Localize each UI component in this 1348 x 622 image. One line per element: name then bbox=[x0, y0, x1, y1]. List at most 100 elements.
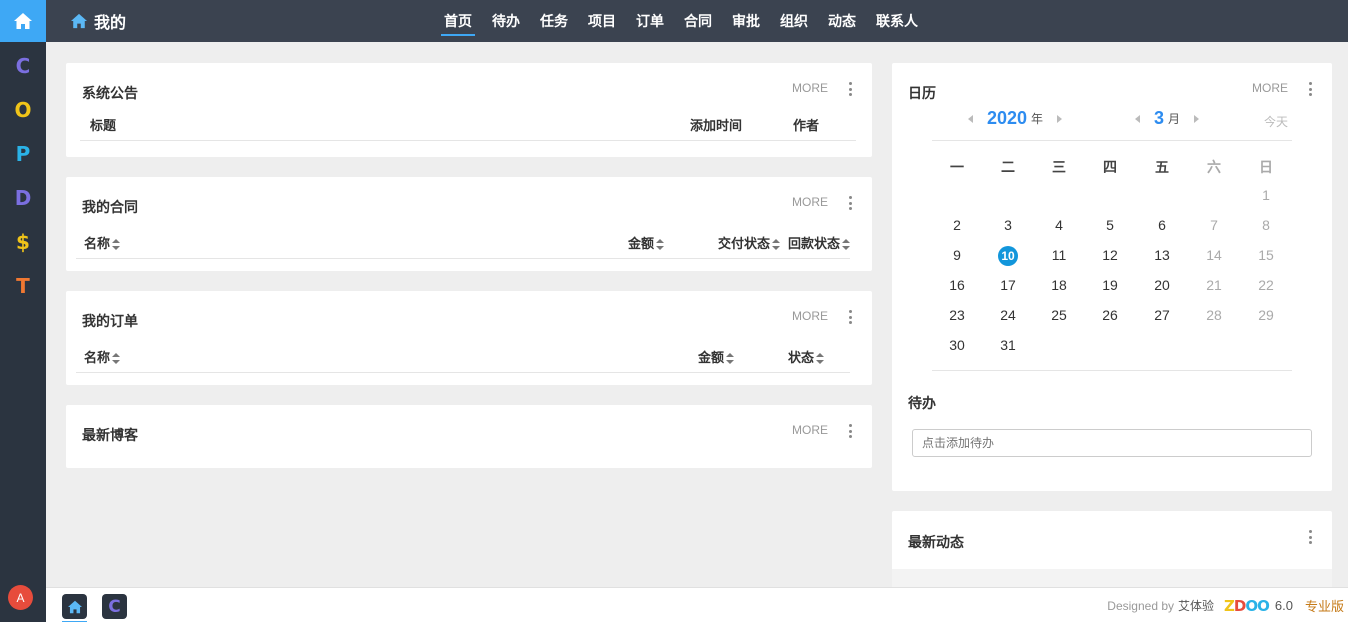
calendar-day[interactable]: 5 bbox=[1090, 215, 1130, 235]
column-header-amount[interactable]: 金额 bbox=[698, 347, 735, 366]
panel-title: 我的合同 bbox=[82, 199, 138, 215]
kebab-menu-icon[interactable] bbox=[848, 82, 852, 96]
nav-item[interactable]: 订单 bbox=[631, 0, 669, 42]
designer-brand[interactable]: 艾体验 bbox=[1178, 597, 1214, 614]
nav-item[interactable]: 合同 bbox=[679, 0, 717, 42]
calendar-day[interactable]: 26 bbox=[1090, 305, 1130, 325]
panel-title: 最新动态 bbox=[908, 534, 964, 550]
column-header-delivery-status[interactable]: 交付状态 bbox=[718, 233, 781, 252]
calendar-day[interactable]: 18 bbox=[1039, 275, 1079, 295]
prev-year-icon[interactable] bbox=[968, 114, 973, 123]
calendar-day[interactable]: 15 bbox=[1246, 245, 1286, 265]
calendar-day[interactable]: 11 bbox=[1039, 245, 1079, 265]
page-title-text: 我的 bbox=[94, 15, 127, 32]
version-number: 6.0 bbox=[1274, 598, 1293, 613]
more-link[interactable]: MORE bbox=[792, 423, 828, 437]
nav-item[interactable]: 审批 bbox=[727, 0, 765, 42]
year-unit: 年 bbox=[1031, 112, 1044, 126]
calendar-day[interactable]: 27 bbox=[1142, 305, 1182, 325]
calendar-day[interactable]: 31 bbox=[988, 335, 1028, 355]
calendar-day[interactable]: 13 bbox=[1142, 245, 1182, 265]
rail-app-project[interactable]: P bbox=[0, 142, 46, 166]
calendar-day[interactable]: 21 bbox=[1194, 275, 1234, 295]
sort-icon bbox=[112, 353, 121, 365]
calendar-day[interactable]: 2 bbox=[937, 215, 977, 235]
calendar-divider bbox=[932, 140, 1292, 141]
calendar-day[interactable]: 20 bbox=[1142, 275, 1182, 295]
weekday-header: 三 bbox=[1052, 159, 1066, 175]
kebab-menu-icon[interactable] bbox=[848, 424, 852, 438]
nav-item[interactable]: 动态 bbox=[823, 0, 861, 42]
rail-home-button[interactable] bbox=[0, 0, 46, 42]
column-header-name[interactable]: 名称 bbox=[84, 347, 121, 366]
table-divider bbox=[80, 140, 856, 141]
calendar-day[interactable]: 3 bbox=[988, 215, 1028, 235]
calendar-day[interactable]: 6 bbox=[1142, 215, 1182, 235]
calendar-day[interactable]: 16 bbox=[937, 275, 977, 295]
orders-panel: 我的订单 MORE 名称 金额 状态 bbox=[66, 291, 872, 385]
nav-item[interactable]: 组织 bbox=[775, 0, 813, 42]
prev-month-icon[interactable] bbox=[1135, 114, 1140, 123]
calendar-day[interactable]: 10 bbox=[988, 245, 1028, 266]
rail-app-oa[interactable]: O bbox=[0, 98, 46, 122]
rail-app-cash[interactable]: $ bbox=[0, 230, 46, 254]
kebab-menu-icon[interactable] bbox=[1308, 82, 1312, 96]
today-button[interactable]: 今天 bbox=[1264, 113, 1288, 130]
more-link[interactable]: MORE bbox=[1252, 81, 1288, 95]
kebab-menu-icon[interactable] bbox=[848, 310, 852, 324]
zdoo-logo[interactable]: ZDOO bbox=[1224, 597, 1270, 615]
calendar-day[interactable]: 22 bbox=[1246, 275, 1286, 295]
calendar-day[interactable]: 4 bbox=[1039, 215, 1079, 235]
more-link[interactable]: MORE bbox=[792, 81, 828, 95]
nav-item[interactable]: 首页 bbox=[439, 0, 477, 42]
column-header-added-time[interactable]: 添加时间 bbox=[690, 115, 742, 134]
designed-by-label: Designed by bbox=[1107, 598, 1175, 613]
kebab-menu-icon[interactable] bbox=[1308, 530, 1312, 544]
column-header-status[interactable]: 状态 bbox=[788, 347, 825, 366]
taskbar-crm-app[interactable]: C bbox=[102, 594, 127, 619]
column-header-payment-status[interactable]: 回款状态 bbox=[788, 233, 851, 252]
rail-app-crm[interactable]: C bbox=[0, 54, 46, 78]
weekday-header: 二 bbox=[1001, 159, 1015, 175]
top-header: 我的 首页 待办 任务 项目 订单 合同 审批 组织 动态 联系人 bbox=[46, 0, 1348, 42]
calendar-day[interactable]: 25 bbox=[1039, 305, 1079, 325]
user-avatar[interactable]: A bbox=[8, 585, 33, 610]
calendar-month: 3 bbox=[1154, 108, 1165, 128]
calendar-day[interactable]: 9 bbox=[937, 245, 977, 265]
taskbar-home-app[interactable] bbox=[62, 594, 87, 622]
calendar-day[interactable]: 19 bbox=[1090, 275, 1130, 295]
panel-title: 日历 bbox=[908, 85, 936, 101]
calendar-day[interactable]: 17 bbox=[988, 275, 1028, 295]
calendar-day[interactable]: 12 bbox=[1090, 245, 1130, 265]
column-header-author[interactable]: 作者 bbox=[793, 115, 819, 134]
kebab-menu-icon[interactable] bbox=[848, 196, 852, 210]
nav-item[interactable]: 联系人 bbox=[871, 0, 923, 42]
column-header-name[interactable]: 名称 bbox=[84, 233, 121, 252]
calendar-day[interactable]: 8 bbox=[1246, 215, 1286, 235]
nav-item[interactable]: 待办 bbox=[487, 0, 525, 42]
more-link[interactable]: MORE bbox=[792, 309, 828, 323]
home-icon bbox=[71, 13, 87, 29]
calendar-day[interactable]: 29 bbox=[1246, 305, 1286, 325]
edition-label: 专业版 bbox=[1304, 599, 1344, 614]
calendar-day[interactable]: 24 bbox=[988, 305, 1028, 325]
next-month-icon[interactable] bbox=[1194, 114, 1200, 123]
more-link[interactable]: MORE bbox=[792, 195, 828, 209]
nav-item[interactable]: 任务 bbox=[535, 0, 573, 42]
rail-app-doc[interactable]: D bbox=[0, 186, 46, 210]
add-todo-input[interactable] bbox=[912, 429, 1312, 457]
calendar-day[interactable]: 1 bbox=[1246, 185, 1286, 205]
crm-icon: C bbox=[108, 596, 121, 617]
column-header-title[interactable]: 标题 bbox=[90, 115, 116, 134]
calendar-day[interactable]: 14 bbox=[1194, 245, 1234, 265]
rail-app-team[interactable]: T bbox=[0, 274, 46, 298]
calendar-day[interactable]: 30 bbox=[937, 335, 977, 355]
next-year-icon[interactable] bbox=[1057, 114, 1063, 123]
column-header-amount[interactable]: 金额 bbox=[628, 233, 665, 252]
calendar-day[interactable]: 7 bbox=[1194, 215, 1234, 235]
calendar-day[interactable]: 28 bbox=[1194, 305, 1234, 325]
calendar-panel: 日历 MORE 2020 年 3 月 今天 一二三四五六日 1234567891… bbox=[892, 63, 1332, 491]
nav-item[interactable]: 项目 bbox=[583, 0, 621, 42]
calendar-day[interactable]: 23 bbox=[937, 305, 977, 325]
year-switcher: 2020 年 bbox=[968, 108, 1063, 129]
